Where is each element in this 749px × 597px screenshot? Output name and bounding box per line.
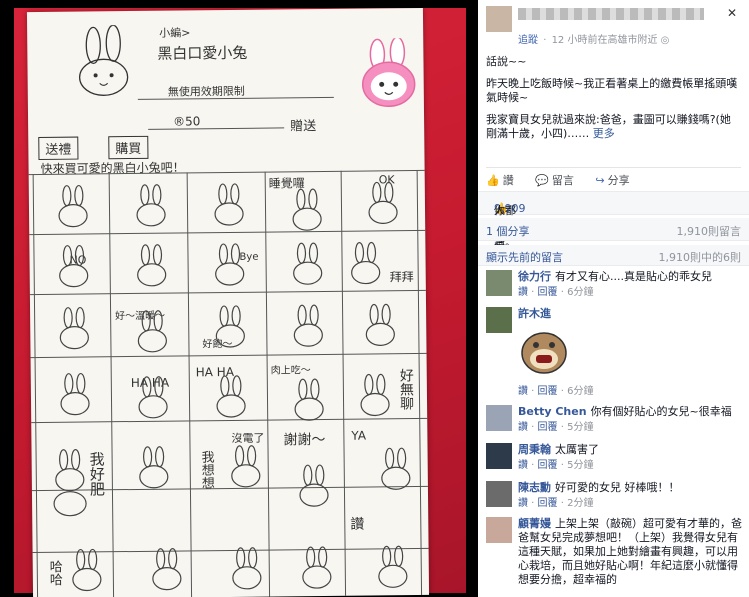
comment-author[interactable]: 陳志勳 [518,481,551,494]
bunny-sketch-icon [78,24,129,96]
avatar[interactable] [486,270,512,296]
pink-bunny-sticker-icon [361,37,416,108]
post-body: 話說~~ 昨天晚上吃飯時候~我正看著桌上的繳費帳單搖頭嘆氣時候~ 我家寶貝女兒就… [486,55,741,149]
shares-summary: 1 個分享 1,910則留言 [478,218,749,241]
comment-time[interactable]: 5分鐘 [567,460,593,471]
avatar[interactable] [486,481,512,507]
like-button[interactable]: 👍 讚 [486,172,514,188]
globe-icon: ◎ [660,35,670,46]
comment-count: 1,910則留言 [676,225,742,238]
comment-author[interactable]: Betty Chen [518,405,587,418]
post-sidebar: ✕ 追蹤 · 12 小時前在高雄市附近 ◎ 話說~~ 昨天晚上吃飯時候~我正看著… [478,0,749,597]
comment-reply-link[interactable]: 回覆 [538,460,558,471]
post-paragraph: 我家寶貝女兒就過來說:爸爸，畫圖可以賺錢嗎?(她剛滿十歲，小四)…… 更多 [486,113,731,140]
share-button[interactable]: ↪ 分享 [595,172,629,188]
comment-text: 有才又有心....真是貼心的乖女兒 [555,270,712,283]
paper-price: ®50 [173,114,201,129]
follow-link[interactable]: 追蹤 [518,35,538,46]
dog-sticker-icon [521,332,567,374]
comment-like-link[interactable]: 讚 [518,460,528,471]
comment-reply-link[interactable]: 回覆 [538,386,558,397]
comment-author[interactable]: 許木進 [518,307,551,320]
see-more-link[interactable]: 更多 [593,127,615,140]
comment-text: 你有個好貼心的女兒~很幸福 [590,405,732,418]
photo-viewer: 小編> 黑白口愛小兔 無使用效期限制 ®50 贈送 送禮 購買 快來買可愛的黑白… [0,0,478,597]
comment-time[interactable]: 2分鐘 [567,498,593,509]
comment-author[interactable]: 周秉翰 [518,443,551,456]
avatar[interactable] [486,307,512,333]
post-time[interactable]: 12 小時前在高雄市附近 [552,35,658,46]
avatar[interactable] [486,517,512,543]
post-paragraph: 昨天晚上吃飯時候~我正看著桌上的繳費帳單搖頭嘆氣時候~ [486,77,738,104]
comment-author[interactable]: 徐力行 [518,270,551,283]
comment-like-link[interactable]: 讚 [518,386,528,397]
comment-time[interactable]: 6分鐘 [567,287,593,298]
paper-title-1: 小編> [159,26,191,40]
avatar[interactable] [486,443,512,469]
previous-comments: 顯示先前的留言 1,910則中的6則 [478,245,749,266]
comment-like-link[interactable]: 讚 [518,287,528,298]
comment-time[interactable]: 6分鐘 [567,386,593,397]
bunny-doodles [53,181,411,592]
shares-link[interactable]: 1 個分享 [486,223,530,239]
share-icon: ↪ [595,174,605,187]
comment-like-link[interactable]: 讚 [518,422,528,433]
comment-text: 好可愛的女兒 好棒哦！！ [555,481,680,494]
comment-text: 太厲害了 [555,443,599,456]
comment-reply-link[interactable]: 回覆 [538,422,558,433]
drawing-paper: 小編> 黑白口愛小兔 無使用效期限制 ®50 贈送 送禮 購買 快來買可愛的黑白… [26,7,430,597]
post-header: ✕ 追蹤 · 12 小時前在高雄市附近 ◎ [486,6,741,46]
close-icon[interactable]: ✕ [727,6,737,20]
post-meta: 追蹤 · 12 小時前在高雄市附近 ◎ [518,31,669,46]
comment-button[interactable]: 💬 留言 [535,172,574,188]
globe-icon: · [543,35,547,46]
action-bar: 👍 讚 💬 留言 ↪ 分享 [486,167,741,190]
show-previous-comments-link[interactable]: 顯示先前的留言 [486,249,563,265]
comment-reply-link[interactable]: 回覆 [538,287,558,298]
comment-text: 上架上架（敲碗）超可愛有才華的，爸爸幫女兒完成夢想吧！（上架）我覺得女兒有這種天… [518,517,742,586]
author-name-blurred[interactable] [518,8,704,20]
paper-title-2: 黑白口愛小兔 [157,43,248,63]
comment-reply-link[interactable]: 回覆 [538,498,558,509]
avatar[interactable] [486,405,512,431]
comment-icon: 💬 [535,174,549,187]
comment-pagination: 1,910則中的6則 [658,251,742,264]
author-avatar[interactable] [486,6,512,32]
paper-gift: 贈送 [290,119,317,135]
comment-time[interactable]: 5分鐘 [567,422,593,433]
thumbs-up-icon: 👍 [486,174,500,187]
paper-buy-button: 購買 [108,135,149,160]
post-paragraph: 話說~~ [486,55,527,68]
comment-like-link[interactable]: 讚 [518,498,528,509]
likes-summary: 👍 你及其他 9,909 人都說讚。 [478,191,749,265]
comment-author[interactable]: 顧菁嫚 [518,517,551,530]
paper-send-button: 送禮 [38,136,79,160]
